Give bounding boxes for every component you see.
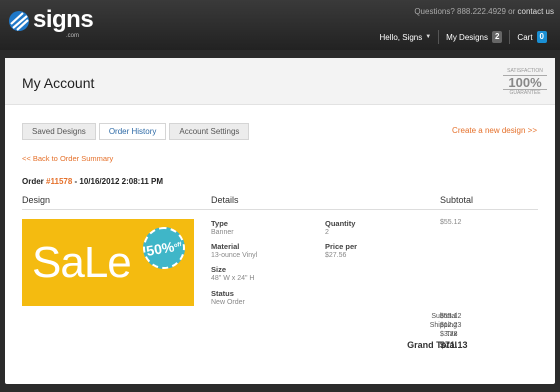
cart-count-badge: 0 [536, 31, 547, 43]
logo-text: signs [33, 6, 94, 33]
price-per-value: $27.56 [325, 252, 347, 259]
type-label: Type [211, 219, 228, 228]
support-phone-text: Questions? 888.222.4929 or [414, 7, 516, 16]
quantity-label: Quantity [325, 219, 356, 228]
guarantee-bottom-text: GUARANTEE [503, 89, 547, 97]
signs-logo[interactable]: signs .com [8, 6, 94, 39]
design-column-header: Design [22, 195, 51, 205]
sticker-percent: 50% [145, 238, 176, 259]
back-to-order-summary-link[interactable]: << Back to Order Summary [22, 154, 113, 163]
line-subtotal-value: $55.12 [440, 219, 462, 226]
account-panel: My Account SATISFACTION 100% GUARANTEE S… [5, 58, 555, 384]
status-value: New Order [211, 299, 245, 306]
chevron-down-icon: ▼ [425, 34, 432, 40]
size-label: Size [211, 265, 227, 274]
top-bar: signs .com Questions? 888.222.4929 or co… [0, 0, 560, 50]
user-menu[interactable]: Hello, Signs ▼ [373, 27, 439, 47]
satisfaction-guarantee-badge: SATISFACTION 100% GUARANTEE [503, 68, 547, 98]
account-nav: Hello, Signs ▼ My Designs 2 Cart 0 [373, 27, 554, 47]
sticker-off: off [173, 241, 183, 250]
tab-order-history[interactable]: Order History [98, 123, 167, 140]
order-date: - 10/16/2012 2:08:11 PM [72, 177, 164, 186]
summary-shipping-value: $12.23 [440, 322, 462, 329]
tab-account-settings[interactable]: Account Settings [169, 123, 250, 140]
details-column-header: Details [211, 195, 239, 205]
type-value: Banner [211, 229, 234, 236]
design-preview-image[interactable]: SaLe 50% off [22, 219, 194, 306]
grand-total-value: $71.13 [440, 340, 468, 350]
summary-tax-value: $3.78 [440, 331, 458, 338]
summary-subtotal-value: $55.12 [440, 313, 462, 320]
material-value: 13-ounce Vinyl [211, 252, 258, 259]
user-greeting: Hello, Signs [379, 32, 423, 42]
logo-subtext: .com [66, 33, 80, 39]
my-designs-label: My Designs [446, 32, 488, 42]
discount-sticker: 50% off [139, 223, 189, 273]
my-designs-count-badge: 2 [491, 31, 503, 43]
support-line: Questions? 888.222.4929 or contact us [414, 7, 554, 16]
order-table-header: Design Details Subtotal [22, 194, 538, 210]
status-label: Status [211, 289, 234, 298]
contact-us-link[interactable]: contact us [518, 7, 554, 16]
price-per-label: Price per [325, 242, 358, 251]
subtotal-column-header: Subtotal [440, 195, 474, 205]
tab-saved-designs[interactable]: Saved Designs [22, 123, 96, 140]
cart-link[interactable]: Cart 0 [510, 27, 554, 47]
panel-header: My Account SATISFACTION 100% GUARANTEE [5, 58, 555, 105]
order-heading: Order #11578 - 10/16/2012 2:08:11 PM [22, 177, 163, 186]
page-title: My Account [22, 75, 95, 91]
my-designs-link[interactable]: My Designs 2 [439, 27, 509, 47]
cart-label: Cart [517, 32, 533, 42]
size-value: 48" W x 24" H [211, 275, 255, 282]
create-new-design-link[interactable]: Create a new design >> [452, 126, 537, 135]
logo-stripes-icon [9, 11, 29, 31]
sale-text: SaLe [32, 238, 132, 287]
order-number-link[interactable]: #11578 [46, 177, 72, 186]
material-label: Material [211, 242, 240, 251]
quantity-value: 2 [325, 229, 329, 236]
guarantee-percent: 100% [508, 75, 542, 90]
account-tabs: Saved Designs Order History Account Sett… [22, 123, 252, 140]
order-prefix: Order [22, 177, 44, 186]
